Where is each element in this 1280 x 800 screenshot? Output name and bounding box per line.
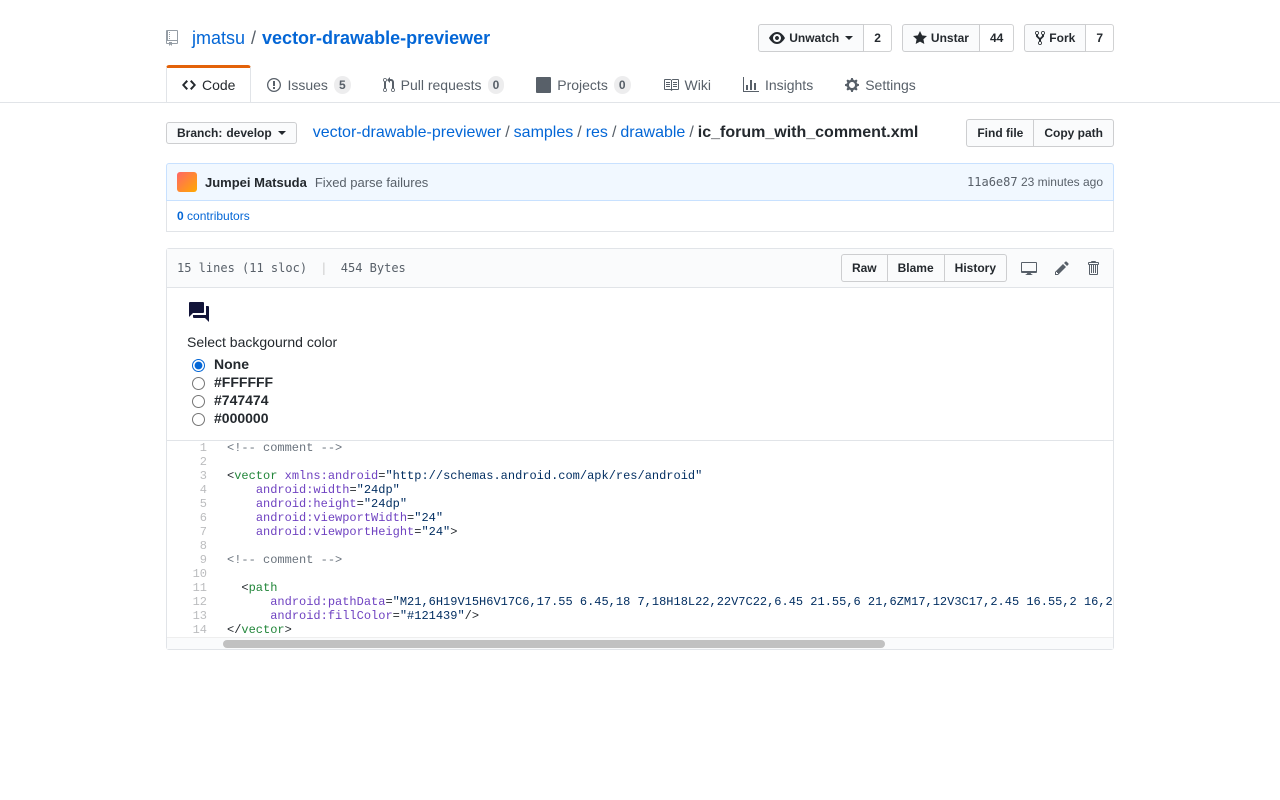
project-icon xyxy=(536,77,551,93)
tab-settings[interactable]: Settings xyxy=(829,68,932,102)
raw-button[interactable]: Raw xyxy=(841,254,888,282)
repo-title: jmatsu / vector-drawable-previewer xyxy=(166,28,490,49)
code-line xyxy=(217,455,1113,469)
line-number[interactable]: 13 xyxy=(167,609,217,623)
line-number[interactable]: 3 xyxy=(167,469,217,483)
gear-icon xyxy=(845,77,859,93)
watch-count[interactable]: 2 xyxy=(864,24,892,52)
contributors: 0 contributors xyxy=(166,201,1114,232)
star-icon xyxy=(913,30,927,46)
line-number[interactable]: 5 xyxy=(167,497,217,511)
branch-select[interactable]: Branch: develop xyxy=(166,122,297,144)
watch-button[interactable]: Unwatch xyxy=(758,24,864,52)
bg-option-label: #FFFFFF xyxy=(214,374,273,390)
blame-button[interactable]: Blame xyxy=(888,254,945,282)
bg-option[interactable]: None xyxy=(187,356,1093,372)
line-number[interactable]: 4 xyxy=(167,483,217,497)
line-number[interactable]: 12 xyxy=(167,595,217,609)
code-line xyxy=(217,567,1113,581)
crumb-root[interactable]: vector-drawable-previewer xyxy=(313,124,502,142)
line-number[interactable]: 7 xyxy=(167,525,217,539)
repo-nav: Code Issues 5 Pull requests 0 Projects 0… xyxy=(166,68,1114,102)
bg-option[interactable]: #747474 xyxy=(187,392,1093,408)
bg-radio[interactable] xyxy=(192,395,205,408)
crumb-file: ic_forum_with_comment.xml xyxy=(698,124,919,142)
bg-radio[interactable] xyxy=(192,377,205,390)
bg-option-label: None xyxy=(214,356,249,372)
code-line xyxy=(217,539,1113,553)
code-line: android:width="24dp" xyxy=(217,483,1113,497)
commit-message[interactable]: Fixed parse failures xyxy=(315,175,428,190)
bg-option[interactable]: #000000 xyxy=(187,410,1093,426)
crumb-drawable[interactable]: drawable xyxy=(620,124,685,142)
forum-icon xyxy=(187,300,1093,324)
bg-radio[interactable] xyxy=(192,413,205,426)
bg-color-label: Select backgournd color xyxy=(187,334,1093,350)
repo-link[interactable]: vector-drawable-previewer xyxy=(262,28,490,49)
crumb-samples[interactable]: samples xyxy=(514,124,574,142)
commit-time: 23 minutes ago xyxy=(1021,175,1103,189)
fork-count[interactable]: 7 xyxy=(1086,24,1114,52)
find-file-button[interactable]: Find file xyxy=(966,119,1034,147)
eye-icon xyxy=(769,30,785,46)
pr-icon xyxy=(383,77,395,93)
tab-pulls[interactable]: Pull requests 0 xyxy=(367,68,521,102)
fork-button[interactable]: Fork xyxy=(1024,24,1086,52)
code-line: <vector xmlns:android="http://schemas.an… xyxy=(217,469,1113,483)
fork-icon xyxy=(1035,30,1045,46)
code-line: android:height="24dp" xyxy=(217,497,1113,511)
code-line: android:viewportWidth="24" xyxy=(217,511,1113,525)
repo-icon xyxy=(166,30,182,46)
code-line: <!-- comment --> xyxy=(217,553,1113,567)
line-number[interactable]: 10 xyxy=(167,567,217,581)
bg-radio[interactable] xyxy=(192,359,205,372)
trash-icon[interactable] xyxy=(1083,256,1103,280)
code-icon xyxy=(182,77,196,93)
crumb-res[interactable]: res xyxy=(586,124,608,142)
owner-link[interactable]: jmatsu xyxy=(192,28,245,49)
line-number[interactable]: 6 xyxy=(167,511,217,525)
line-number[interactable]: 11 xyxy=(167,581,217,595)
tab-issues[interactable]: Issues 5 xyxy=(251,68,366,102)
star-count[interactable]: 44 xyxy=(980,24,1014,52)
tab-insights[interactable]: Insights xyxy=(727,68,829,102)
code-line: android:pathData="M21,6H19V15H6V17C6,17.… xyxy=(217,595,1113,609)
line-number[interactable]: 1 xyxy=(167,441,217,455)
file-info: 15 lines (11 sloc) | 454 Bytes xyxy=(177,261,406,275)
tab-wiki[interactable]: Wiki xyxy=(647,68,727,102)
code-view: 1<!-- comment -->23<vector xmlns:android… xyxy=(167,441,1113,637)
tab-projects[interactable]: Projects 0 xyxy=(520,68,646,102)
code-line: </vector> xyxy=(217,623,1113,637)
caret-down-icon xyxy=(845,36,853,40)
commit-sha[interactable]: 11a6e87 xyxy=(967,175,1018,189)
code-line: <!-- comment --> xyxy=(217,441,1113,455)
bg-option-label: #000000 xyxy=(214,410,269,426)
code-line: android:fillColor="#121439"/> xyxy=(217,609,1113,623)
book-icon xyxy=(663,77,679,93)
line-number[interactable]: 9 xyxy=(167,553,217,567)
pencil-icon[interactable] xyxy=(1051,256,1073,280)
code-line: android:viewportHeight="24"> xyxy=(217,525,1113,539)
line-number[interactable]: 2 xyxy=(167,455,217,469)
bg-option-label: #747474 xyxy=(214,392,269,408)
history-button[interactable]: History xyxy=(945,254,1007,282)
breadcrumb: vector-drawable-previewer/ samples/ res/… xyxy=(313,124,919,142)
graph-icon xyxy=(743,77,759,93)
line-number[interactable]: 8 xyxy=(167,539,217,553)
preview-pane: Select backgournd color None #FFFFFF #7474… xyxy=(167,288,1113,441)
issue-icon xyxy=(267,77,281,93)
code-line: <path xyxy=(217,581,1113,595)
avatar[interactable] xyxy=(177,172,197,192)
caret-down-icon xyxy=(278,131,286,135)
copy-path-button[interactable]: Copy path xyxy=(1034,119,1114,147)
contributors-link[interactable]: 0 contributors xyxy=(177,209,250,223)
tab-code[interactable]: Code xyxy=(166,65,251,102)
horizontal-scrollbar[interactable] xyxy=(167,637,1113,649)
desktop-icon[interactable] xyxy=(1017,256,1041,280)
star-button[interactable]: Unstar xyxy=(902,24,980,52)
commit-tease: Jumpei Matsuda Fixed parse failures 11a6… xyxy=(166,163,1114,201)
commit-author[interactable]: Jumpei Matsuda xyxy=(205,175,307,190)
line-number[interactable]: 14 xyxy=(167,623,217,637)
bg-option[interactable]: #FFFFFF xyxy=(187,374,1093,390)
